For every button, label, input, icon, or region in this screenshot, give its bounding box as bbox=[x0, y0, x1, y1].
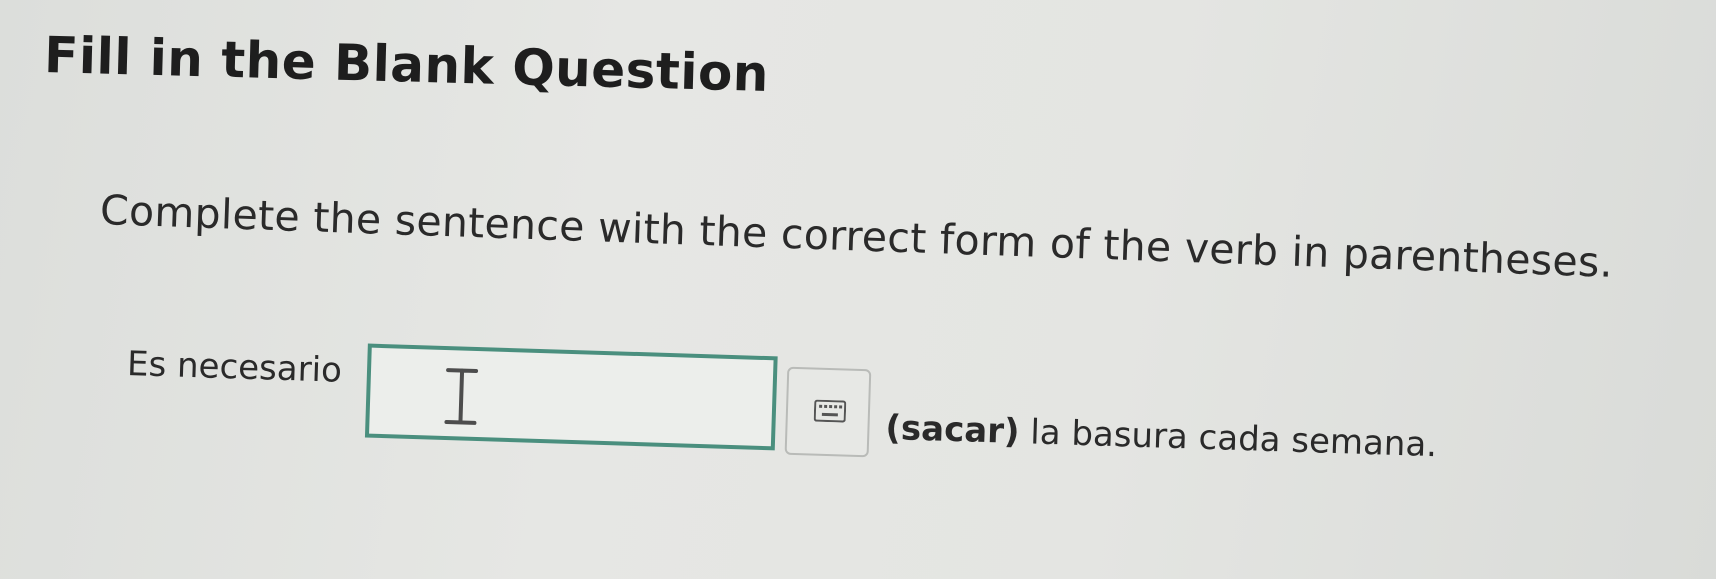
question-instructions: Complete the sentence with the correct f… bbox=[99, 186, 1614, 287]
sentence-ending: la basura cada semana. bbox=[1018, 412, 1438, 466]
verb-hint: (sacar) bbox=[884, 407, 1021, 453]
keyboard-icon bbox=[813, 399, 847, 423]
answer-input[interactable] bbox=[364, 343, 778, 451]
question-title: Fill in the Blank Question bbox=[43, 26, 770, 103]
question-page: Fill in the Blank Question Complete the … bbox=[0, 0, 1716, 579]
sentence-prefix: Es necesario bbox=[126, 343, 343, 391]
sentence-row: Es necesario (sacar) la basura cada sema… bbox=[124, 336, 1687, 515]
virtual-keyboard-button[interactable] bbox=[784, 366, 872, 458]
sentence-suffix: (sacar) la basura cada semana. bbox=[885, 408, 1438, 465]
